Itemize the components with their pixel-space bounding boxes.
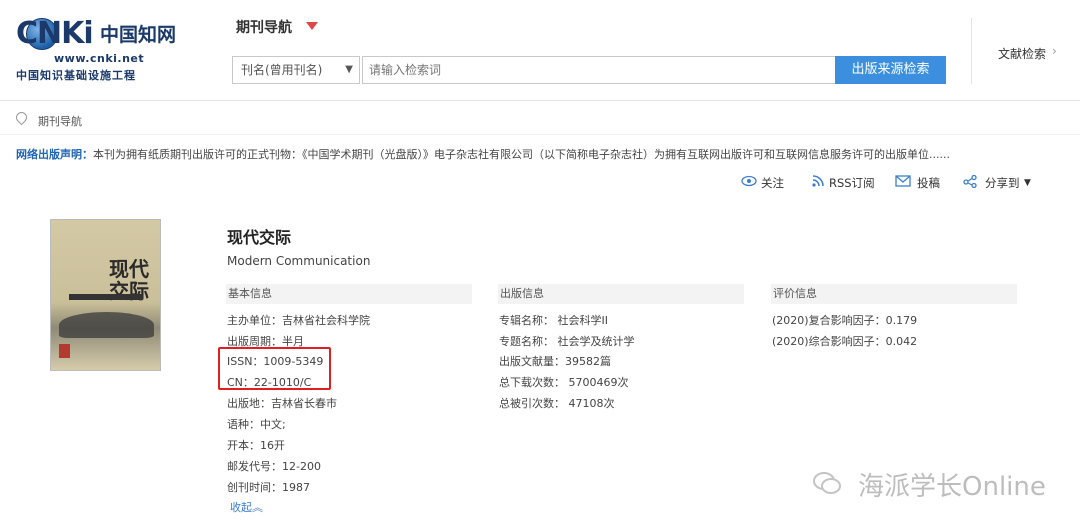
divider [971, 18, 972, 84]
submit-manuscript-button[interactable]: 投稿 [917, 175, 940, 191]
logo-main-text: CNKi [16, 16, 94, 51]
share-button[interactable]: 分享到 [985, 175, 1020, 191]
watermark-text: 海派学长Online [858, 472, 1046, 502]
cover-seal [59, 344, 70, 358]
evaluation-info-header: 评价信息 [771, 284, 1017, 304]
journal-english-title: Modern Communication [227, 254, 371, 268]
double-chevron-up-icon: ︽ [252, 501, 263, 514]
logo-url-text: www.cnki.net [54, 52, 145, 65]
logo-subtitle: 中国知识基础设施工程 [16, 69, 136, 82]
info-row-postal: 邮发代号：12-200 [227, 460, 321, 473]
basic-info-header: 基本信息 [226, 284, 472, 304]
info-row-downloads: 总下载次数： 5700469次 [499, 376, 629, 389]
doc-search-link[interactable]: 文献检索 [998, 45, 1046, 62]
breadcrumb-bar [0, 108, 1080, 135]
mail-icon[interactable] [895, 175, 911, 191]
search-field-select[interactable]: 刊名(曾用刊名) ▼ [232, 56, 360, 84]
journal-cover-image: 现代交际 [50, 219, 161, 371]
eye-icon[interactable] [741, 175, 757, 191]
breadcrumb[interactable]: 期刊导航 [38, 113, 82, 129]
info-row-composite-if: (2020)复合影响因子：0.179 [772, 314, 918, 327]
wechat-icon [812, 470, 842, 496]
publication-notice: 网络出版声明：本刊为拥有纸质期刊出版许可的正式刊物：《中国学术期刊（光盘版）》电… [16, 146, 950, 162]
logo-cn-text: 中国知网 [100, 24, 177, 46]
cover-band [69, 294, 143, 300]
info-row-comprehensive-if: (2020)综合影响因子：0.042 [772, 335, 918, 348]
info-row-founded: 创刊时间：1987 [227, 481, 310, 494]
info-row-album: 专辑名称： 社会科学II [499, 314, 608, 327]
info-row-doc-count: 出版文献量：39582篇 [499, 355, 611, 368]
share-icon[interactable] [963, 174, 977, 192]
info-row-language: 语种：中文; [227, 418, 286, 431]
triangle-down-icon: ▼ [345, 64, 353, 75]
info-row-topic: 专题名称： 社会学及统计学 [499, 335, 635, 348]
search-input[interactable] [362, 56, 836, 84]
collapse-label: 收起 [230, 501, 252, 514]
search-field-select-label: 刊名(曾用刊名) [241, 63, 323, 77]
caret-down-icon[interactable] [306, 22, 318, 30]
notice-text: 本刊为拥有纸质期刊出版许可的正式刊物：《中国学术期刊（光盘版）》电子杂志社有限公… [93, 148, 950, 161]
cnki-logo[interactable]: CNKi 中国知网 www.cnki.net 中国知识基础设施工程 [16, 16, 188, 82]
rss-subscribe-button[interactable]: RSS订阅 [829, 175, 875, 191]
follow-button[interactable]: 关注 [761, 175, 784, 191]
notice-label: 网络出版声明： [16, 148, 93, 161]
chevron-right-icon[interactable]: › [1052, 44, 1057, 58]
collapse-link[interactable]: 收起︽ [230, 499, 263, 515]
publish-info-header: 出版信息 [498, 284, 744, 304]
journal-nav-title[interactable]: 期刊导航 [236, 17, 292, 37]
info-row-format: 开本：16开 [227, 439, 285, 452]
triangle-down-icon[interactable]: ▼ [1024, 178, 1031, 188]
highlight-box [218, 347, 331, 390]
search-source-button[interactable]: 出版来源检索 [835, 56, 946, 84]
info-row-sponsor: 主办单位：吉林省社会科学院 [227, 314, 370, 327]
info-row-citations: 总被引次数： 47108次 [499, 397, 615, 410]
journal-title: 现代交际 [227, 228, 292, 247]
info-row-place: 出版地：吉林省长春市 [227, 397, 337, 410]
cover-mountain [59, 312, 154, 338]
rss-icon[interactable] [812, 175, 824, 191]
